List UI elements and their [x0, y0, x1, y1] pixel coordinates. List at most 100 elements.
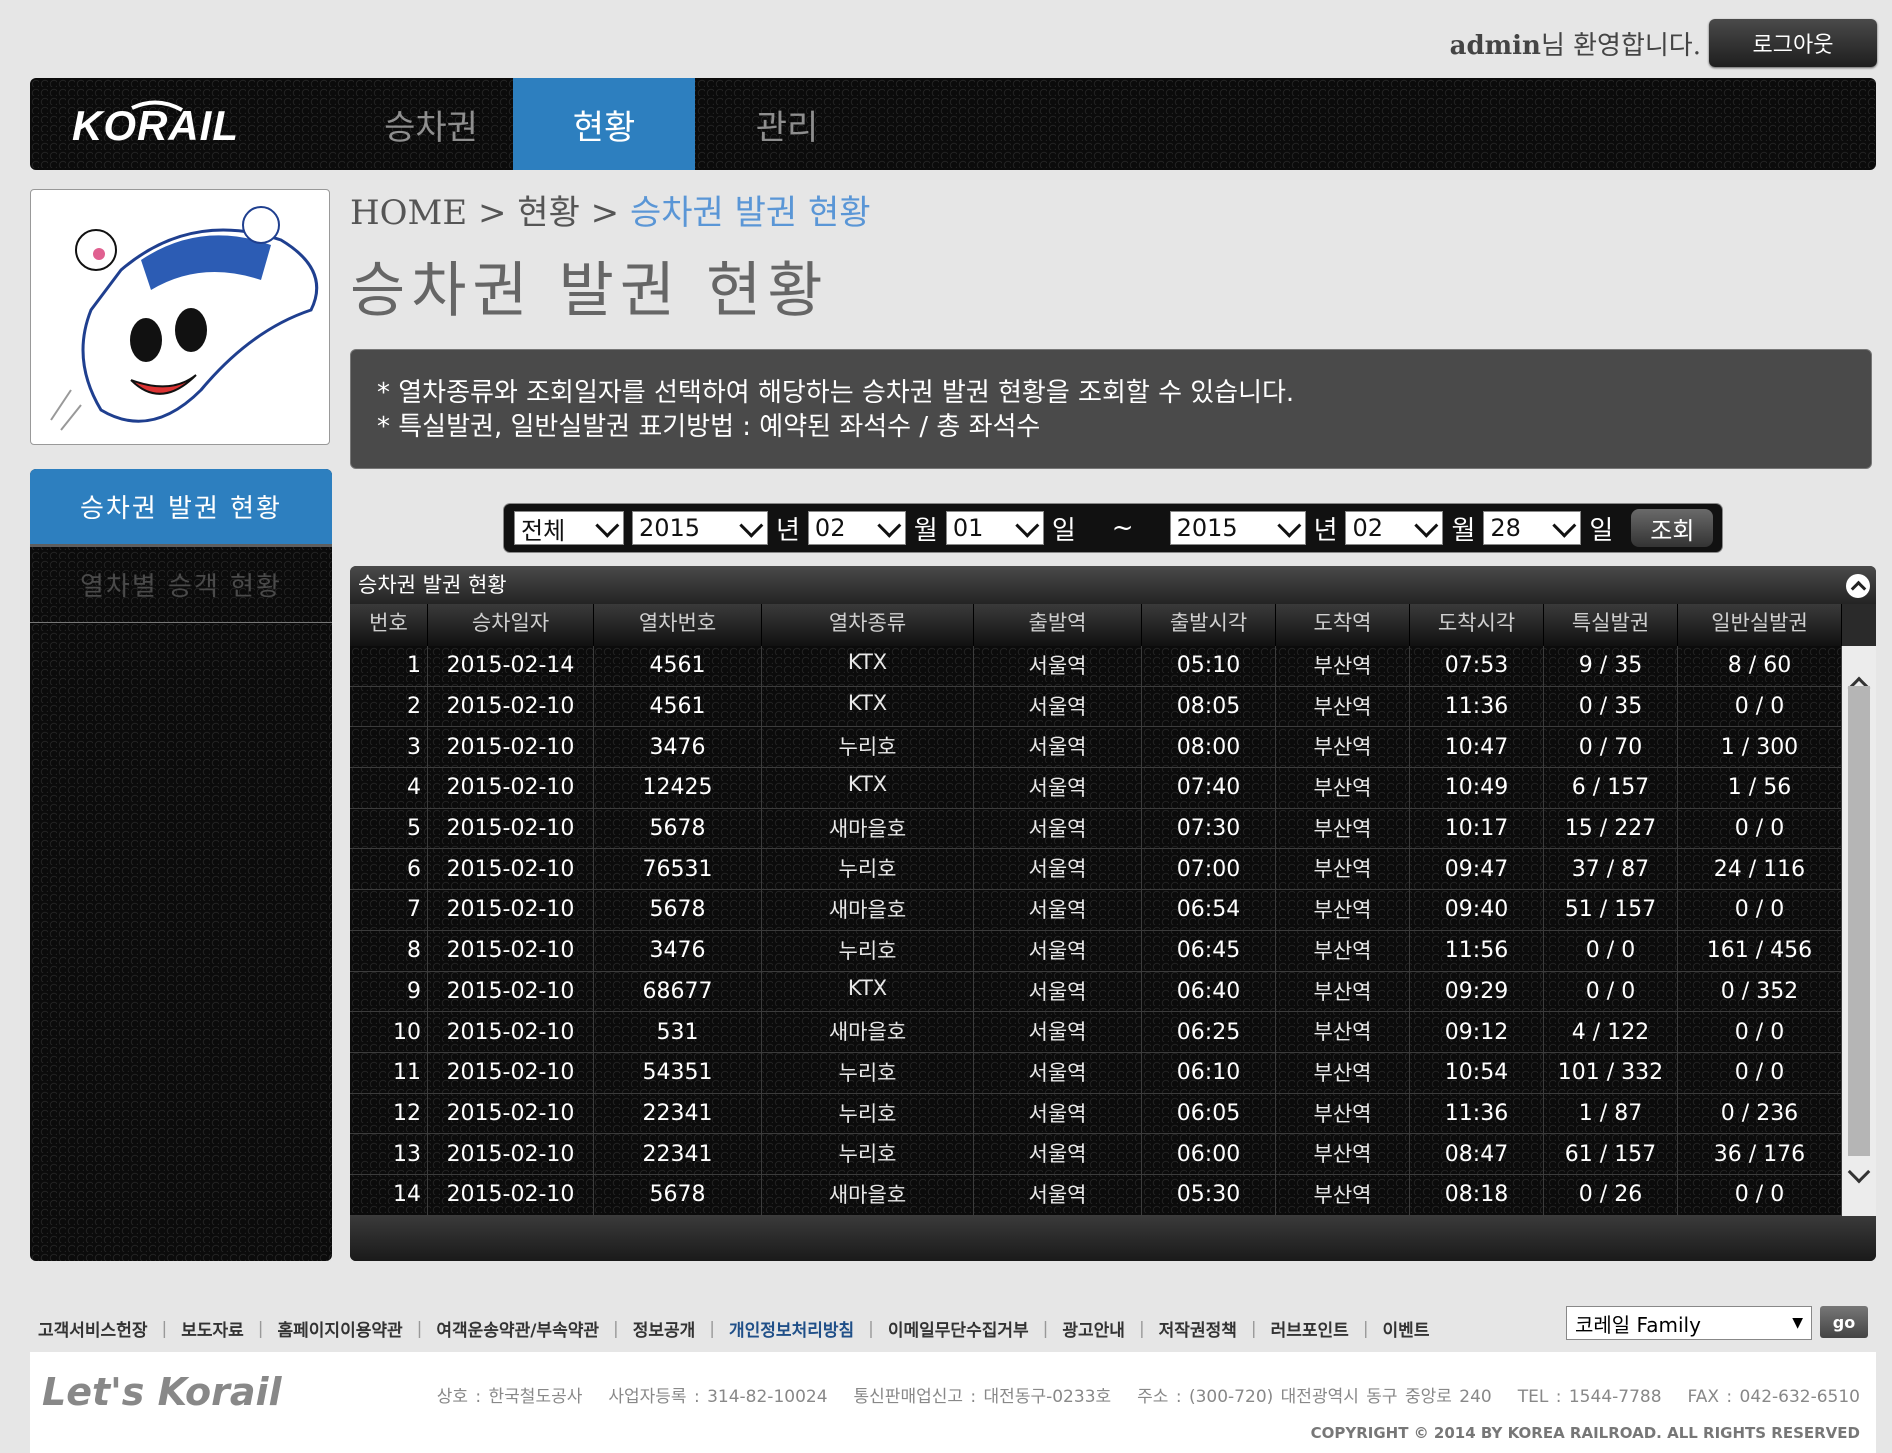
logout-button[interactable]: 로그아웃 — [1709, 19, 1877, 67]
company-info-item: 통신판매업신고 : 대전동구-0233호 — [853, 1387, 1112, 1407]
from-day-select[interactable]: 01 — [945, 511, 1044, 545]
footer-link[interactable]: 이메일무단수집거부 — [888, 1316, 1029, 1341]
cell-date: 2015-02-10 — [428, 890, 594, 930]
chevron-down-icon — [739, 513, 764, 538]
to-day-select[interactable]: 28 — [1483, 511, 1582, 545]
nav-management[interactable]: 관리 — [696, 78, 878, 170]
scrollbar[interactable] — [1842, 646, 1876, 1216]
from-year-select[interactable]: 2015 — [632, 511, 768, 545]
go-button[interactable]: go — [1820, 1306, 1868, 1338]
table-row[interactable]: 13 2015-02-10 22341 누리호 서울역 06:00 부산역 08:47 61 /… — [350, 1134, 1842, 1175]
cell-economy: 36 / 176 — [1678, 1134, 1842, 1174]
day-unit: 일 — [1589, 515, 1614, 546]
table-row[interactable]: 2 2015-02-10 4561 KTX 서울역 08:05 부산역 11:36 0 / 35… — [350, 686, 1842, 728]
breadcrumb-home[interactable]: HOME — [350, 193, 467, 233]
nav-tickets[interactable]: 승차권 — [340, 78, 522, 170]
footer-link[interactable]: 보도자료 — [181, 1316, 244, 1341]
cell-departure-station: 서울역 — [974, 686, 1142, 727]
family-site-select[interactable]: 코레일 Family ▼ — [1566, 1306, 1812, 1340]
cell-date: 2015-02-10 — [428, 686, 594, 727]
cell-arrival-station: 부산역 — [1276, 768, 1410, 808]
cell-first-class: 6 / 157 — [1544, 768, 1678, 808]
train-type-select[interactable]: 전체 — [514, 511, 624, 545]
cell-no: 9 — [350, 971, 428, 1012]
cell-arrival-station: 부산역 — [1276, 808, 1410, 849]
cell-no: 13 — [350, 1134, 428, 1174]
cell-train-no: 3476 — [594, 930, 762, 971]
table-row[interactable]: 5 2015-02-10 5678 새마을호 서울역 07:30 부산역 10:17 15 / … — [350, 808, 1842, 850]
cell-economy: 161 / 456 — [1678, 930, 1842, 971]
sidemenu-ticket-issuance[interactable]: 승차권 발권 현황 — [30, 469, 332, 547]
cell-departure-time: 05:30 — [1142, 1174, 1276, 1215]
welcome-suffix: 님 환영합니다. — [1540, 30, 1701, 61]
company-info-item: 상호 : 한국철도공사 — [436, 1387, 583, 1407]
cell-arrival-station: 부산역 — [1276, 930, 1410, 971]
cell-departure-station: 서울역 — [974, 930, 1142, 971]
cell-arrival-station: 부산역 — [1276, 727, 1410, 768]
cell-departure-time: 07:30 — [1142, 808, 1276, 849]
welcome-message: admin님 환영합니다. — [1450, 25, 1701, 62]
info-line: * 열차종류와 조회일자를 선택하여 해당하는 승차권 발권 현황을 조회할 수… — [377, 378, 1295, 408]
cell-arrival-station: 부산역 — [1276, 1093, 1410, 1134]
scroll-down-icon[interactable] — [1847, 1160, 1871, 1184]
cell-train-no: 531 — [594, 1012, 762, 1052]
scroll-thumb[interactable] — [1848, 686, 1870, 1156]
cell-date: 2015-02-10 — [428, 1052, 594, 1093]
cell-train-type: 새마을호 — [762, 1012, 974, 1052]
footer-link[interactable]: 고객서비스헌장 — [38, 1316, 147, 1341]
chevron-down-icon — [1552, 513, 1577, 538]
cell-departure-time: 06:54 — [1142, 890, 1276, 930]
cell-arrival-time: 07:53 — [1410, 646, 1544, 686]
cell-arrival-time: 09:40 — [1410, 890, 1544, 930]
chevron-down-icon — [1414, 513, 1439, 538]
cell-departure-time: 06:45 — [1142, 930, 1276, 971]
cell-no: 6 — [350, 849, 428, 890]
info-line: * 특실발권, 일반실발권 표기방법 : 예약된 좌석수 / 총 좌석수 — [377, 412, 1041, 442]
cell-first-class: 9 / 35 — [1544, 646, 1678, 686]
nav-status[interactable]: 현황 — [513, 78, 695, 170]
cell-no: 2 — [350, 686, 428, 727]
footer-link[interactable]: 홈페이지이용약관 — [278, 1316, 403, 1341]
table-row[interactable]: 10 2015-02-10 531 새마을호 서울역 06:25 부산역 09:12 4 / 1… — [350, 1012, 1842, 1053]
table-row[interactable]: 8 2015-02-10 3476 누리호 서울역 06:45 부산역 11:56 0 / 01… — [350, 930, 1842, 972]
table-row[interactable]: 3 2015-02-10 3476 누리호 서울역 08:00 부산역 10:47 0 / 70… — [350, 727, 1842, 769]
search-button[interactable]: 조회 — [1631, 509, 1714, 547]
footer-link[interactable]: 정보공개 — [633, 1316, 696, 1341]
info-box: * 열차종류와 조회일자를 선택하여 해당하는 승차권 발권 현황을 조회할 수… — [350, 349, 1872, 469]
table-row[interactable]: 9 2015-02-10 68677 KTX 서울역 06:40 부산역 09:29 0 / 0… — [350, 971, 1842, 1013]
cell-train-type: KTX — [762, 646, 974, 686]
from-month-select[interactable]: 02 — [807, 511, 906, 545]
to-year-select[interactable]: 2015 — [1169, 511, 1306, 545]
column-header-no: 번호 — [350, 604, 428, 646]
cell-economy: 0 / 352 — [1678, 971, 1842, 1012]
column-header-arrival-time: 도착시각 — [1410, 604, 1544, 646]
column-header-train-no: 열차번호 — [594, 604, 762, 646]
cell-train-no: 4561 — [594, 686, 762, 727]
to-month-select[interactable]: 02 — [1345, 511, 1444, 545]
cell-first-class: 15 / 227 — [1544, 808, 1678, 849]
cell-departure-time: 07:00 — [1142, 849, 1276, 890]
cell-arrival-time: 11:56 — [1410, 930, 1544, 971]
table-row[interactable]: 1 2015-02-14 4561 KTX 서울역 05:10 부산역 07:53 9 / 35… — [350, 646, 1842, 687]
footer-link[interactable]: 개인정보처리방침 — [729, 1316, 854, 1341]
footer-link[interactable]: 저작권정책 — [1159, 1316, 1237, 1341]
korail-logo[interactable]: KORAIL — [72, 96, 292, 152]
footer-link[interactable]: 이벤트 — [1383, 1316, 1430, 1341]
cell-train-no: 5678 — [594, 808, 762, 849]
footer-link[interactable]: 광고안내 — [1062, 1316, 1125, 1341]
table-row[interactable]: 6 2015-02-10 76531 누리호 서울역 07:00 부산역 09:47 37 / … — [350, 849, 1842, 891]
table-row[interactable]: 14 2015-02-10 5678 새마을호 서울역 05:30 부산역 08:18 0 / … — [350, 1174, 1842, 1216]
table-row[interactable]: 11 2015-02-10 54351 누리호 서울역 06:10 부산역 10:54 101 … — [350, 1052, 1842, 1094]
footer-link[interactable]: 러브포인트 — [1271, 1316, 1349, 1341]
footer-separator: | — [1362, 1318, 1369, 1339]
table-row[interactable]: 12 2015-02-10 22341 누리호 서울역 06:05 부산역 11:36 1 / … — [350, 1093, 1842, 1135]
column-header-departure-station: 출발역 — [974, 604, 1142, 646]
collapse-icon[interactable] — [1846, 574, 1870, 598]
cell-train-no: 5678 — [594, 890, 762, 930]
footer-link[interactable]: 여객운송약관/부속약관 — [436, 1316, 599, 1341]
sidemenu-passenger-status[interactable]: 열차별 승객 현황 — [30, 547, 332, 623]
table-row[interactable]: 4 2015-02-10 12425 KTX 서울역 07:40 부산역 10:49 6 / 1… — [350, 768, 1842, 809]
breadcrumb-status[interactable]: 현황 — [517, 193, 580, 233]
table-row[interactable]: 7 2015-02-10 5678 새마을호 서울역 06:54 부산역 09:40 51 / … — [350, 890, 1842, 931]
chevron-down-icon — [595, 513, 620, 538]
